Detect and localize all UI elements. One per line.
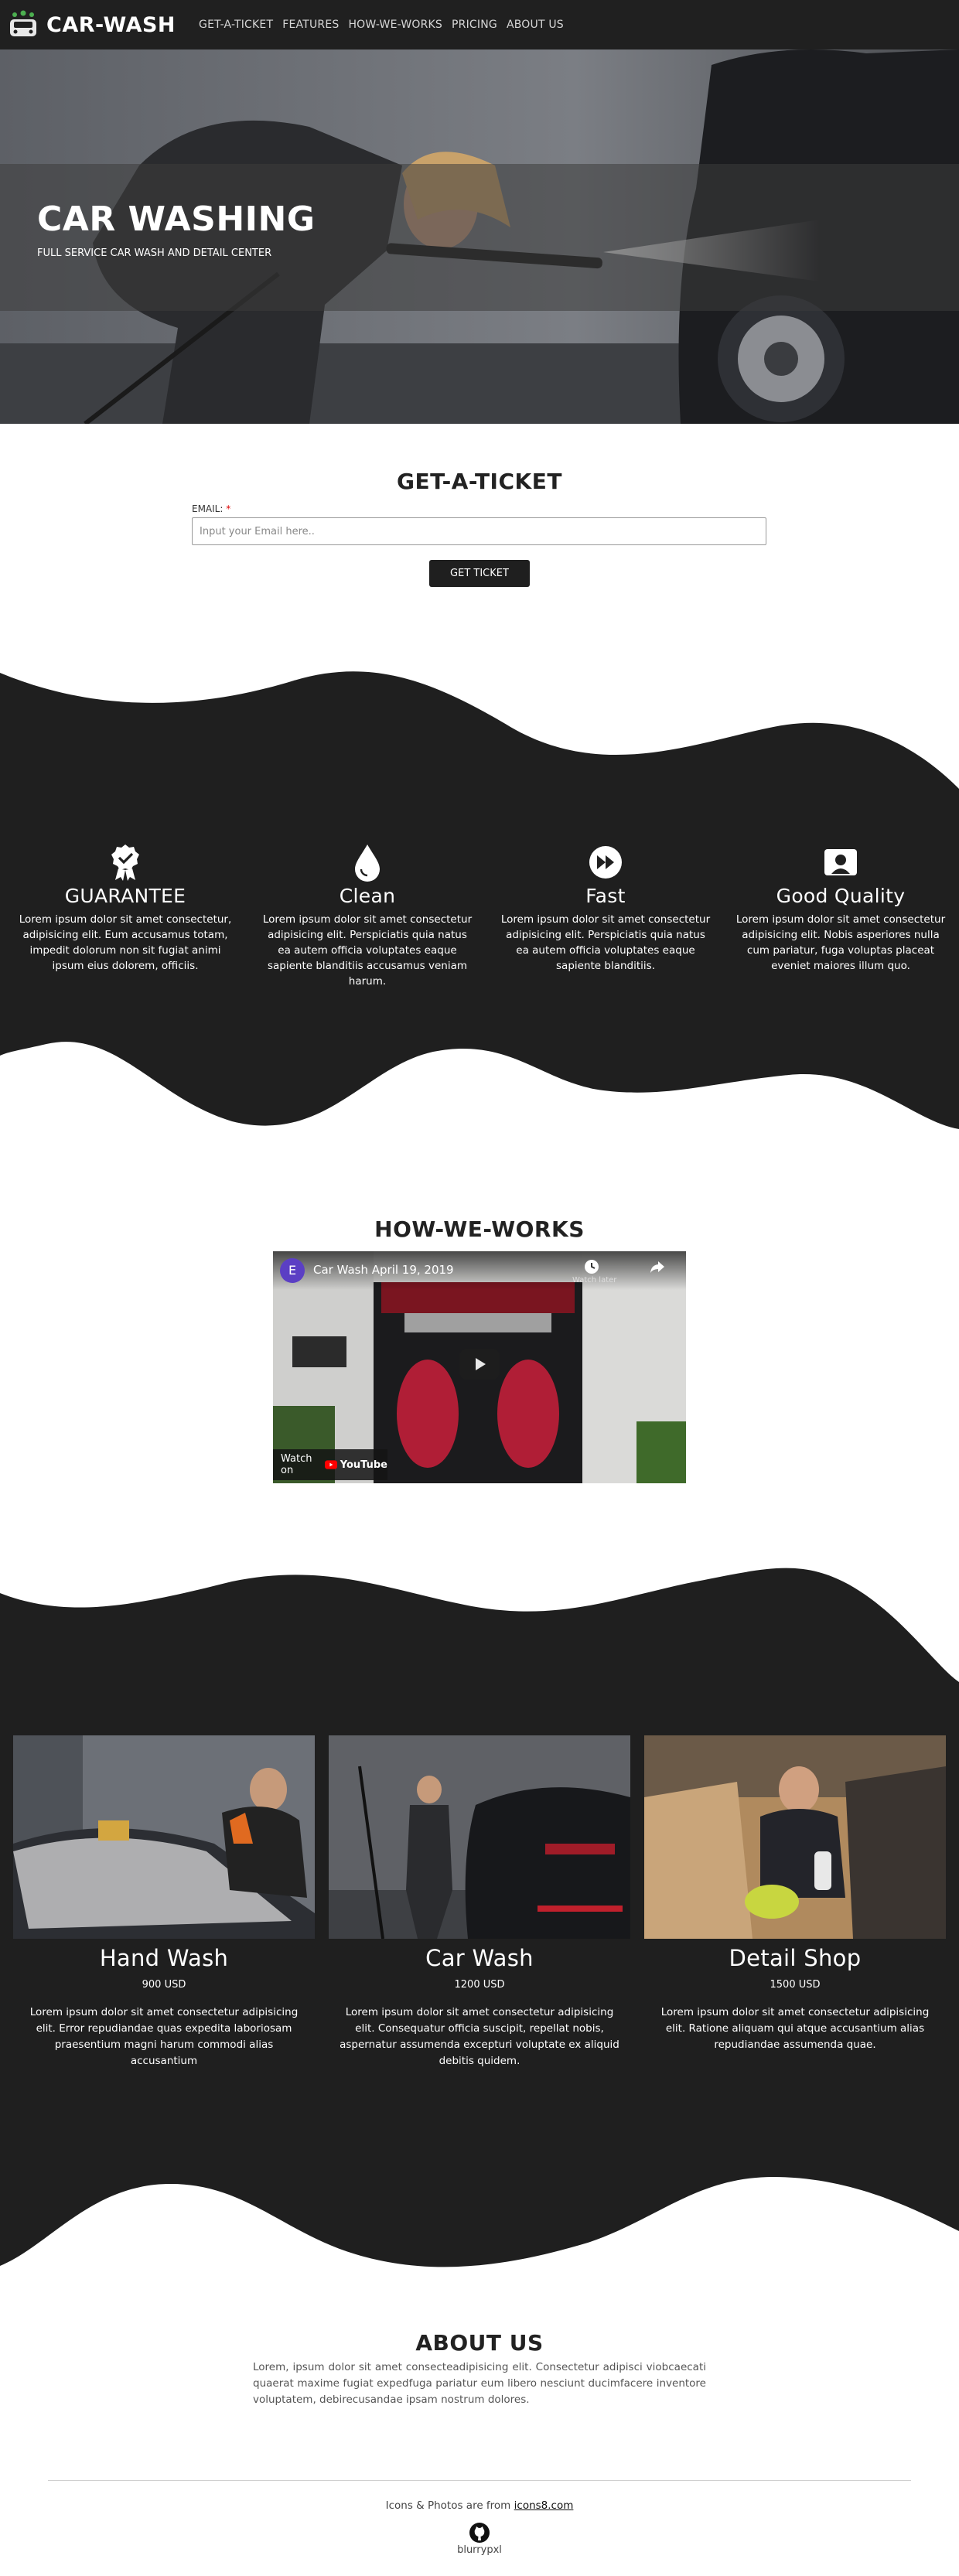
play-button[interactable]: [459, 1349, 500, 1380]
nav-links: GET-A-TICKET FEATURES HOW-WE-WORKS PRICI…: [199, 19, 573, 31]
email-label: EMAIL: *: [192, 503, 230, 514]
service-text: Lorem ipsum dolor sit amet consectetur a…: [660, 2006, 930, 2051]
footer-divider: [48, 2480, 911, 2481]
feature-fast: Fast Lorem ipsum dolor sit amet consecte…: [493, 843, 718, 974]
feature-text: Lorem ipsum dolor sit amet consectetur a…: [735, 913, 946, 972]
watch-on-youtube-button[interactable]: Watch on YouTube: [273, 1449, 387, 1480]
how-section-title: HOW-WE-WORKS: [374, 1216, 585, 1242]
service-name: Hand Wash: [99, 1945, 229, 1971]
youtube-label: YouTube: [340, 1459, 387, 1471]
feature-clean: Clean Lorem ipsum dolor sit amet consect…: [255, 843, 480, 989]
navbar: CAR-WASH GET-A-TICKET FEATURES HOW-WE-WO…: [0, 0, 959, 49]
feature-text: Lorem ipsum dolor sit amet consectetur, …: [19, 913, 232, 972]
hero-title: CAR WASHING: [37, 200, 316, 239]
brand-link[interactable]: CAR-WASH: [8, 9, 176, 40]
github-icon[interactable]: [469, 2522, 490, 2544]
fast-forward-icon: [589, 846, 622, 879]
footer-credit: Icons & Photos are from icons8.com: [0, 2499, 959, 2512]
feature-text: Lorem ipsum dolor sit amet consectetur a…: [500, 913, 711, 972]
ticket-section-title: GET-A-TICKET: [397, 469, 562, 494]
feature-title: Clean: [339, 885, 396, 907]
footer-credit-text: Icons & Photos are from: [385, 2499, 511, 2512]
hero-banner: CAR WASHING FULL SERVICE CAR WASH AND DE…: [0, 49, 959, 424]
email-label-text: EMAIL:: [192, 503, 224, 514]
hand-wash-photo: [13, 1735, 315, 1939]
nav-link-about-us[interactable]: ABOUT US: [507, 19, 564, 31]
service-text: Lorem ipsum dolor sit amet consectetur a…: [29, 2006, 299, 2067]
about-section-title: ABOUT US: [415, 2330, 544, 2356]
service-price: 1200 USD: [454, 1979, 505, 1991]
feature-text: Lorem ipsum dolor sit amet consectetur a…: [262, 913, 473, 988]
service-price: 1500 USD: [770, 1979, 821, 1991]
water-drop-icon: [355, 844, 380, 882]
clock-icon[interactable]: [578, 1259, 605, 1278]
car-wash-logo-icon: [10, 10, 36, 36]
about-text: Lorem, ipsum dolor sit amet consecteadip…: [253, 2361, 706, 2406]
feature-title: GUARANTEE: [64, 885, 186, 907]
watch-on-label: Watch on: [281, 1453, 312, 1476]
feature-title: Fast: [585, 885, 626, 907]
youtube-logo-icon: [324, 1460, 337, 1469]
service-text: Lorem ipsum dolor sit amet consectetur a…: [340, 2006, 619, 2067]
award-badge-icon: [111, 844, 139, 881]
brand-name: CAR-WASH: [46, 12, 176, 37]
feature-guarantee: GUARANTEE Lorem ipsum dolor sit amet con…: [13, 843, 237, 974]
footer-username[interactable]: blurrypxl: [0, 2544, 959, 2556]
service-name: Detail Shop: [729, 1945, 862, 1971]
get-ticket-button[interactable]: GET TICKET: [429, 560, 530, 587]
feature-good-quality: Good Quality Lorem ipsum dolor sit amet …: [729, 843, 953, 974]
icons8-link[interactable]: icons8.com: [514, 2499, 574, 2512]
service-detail-shop: Detail Shop 1500 USD Lorem ipsum dolor s…: [644, 1735, 946, 2053]
channel-avatar[interactable]: E: [280, 1258, 305, 1283]
service-name: Car Wash: [425, 1945, 534, 1971]
hero-subtitle: FULL SERVICE CAR WASH AND DETAIL CENTER: [37, 247, 272, 259]
nav-link-how-we-works[interactable]: HOW-WE-WORKS: [348, 19, 442, 31]
watch-later-label: Watch later: [572, 1276, 617, 1285]
service-hand-wash: Hand Wash 900 USD Lorem ipsum dolor sit …: [13, 1735, 315, 2069]
nav-link-features[interactable]: FEATURES: [282, 19, 339, 31]
detail-shop-photo: [644, 1735, 946, 1939]
service-price: 900 USD: [142, 1979, 186, 1991]
nav-link-pricing[interactable]: PRICING: [452, 19, 497, 31]
video-title[interactable]: Car Wash April 19, 2019: [313, 1263, 454, 1277]
feature-title: Good Quality: [776, 885, 906, 907]
service-car-wash: Car Wash 1200 USD Lorem ipsum dolor sit …: [329, 1735, 630, 2069]
quality-certificate-icon: [824, 849, 857, 875]
video-player[interactable]: E Car Wash April 19, 2019 Watch later Wa…: [273, 1251, 686, 1483]
email-field[interactable]: [192, 517, 766, 545]
nav-link-get-a-ticket[interactable]: GET-A-TICKET: [199, 19, 273, 31]
share-icon[interactable]: [650, 1259, 665, 1278]
car-wash-photo: [329, 1735, 630, 1939]
required-mark: *: [226, 503, 231, 514]
